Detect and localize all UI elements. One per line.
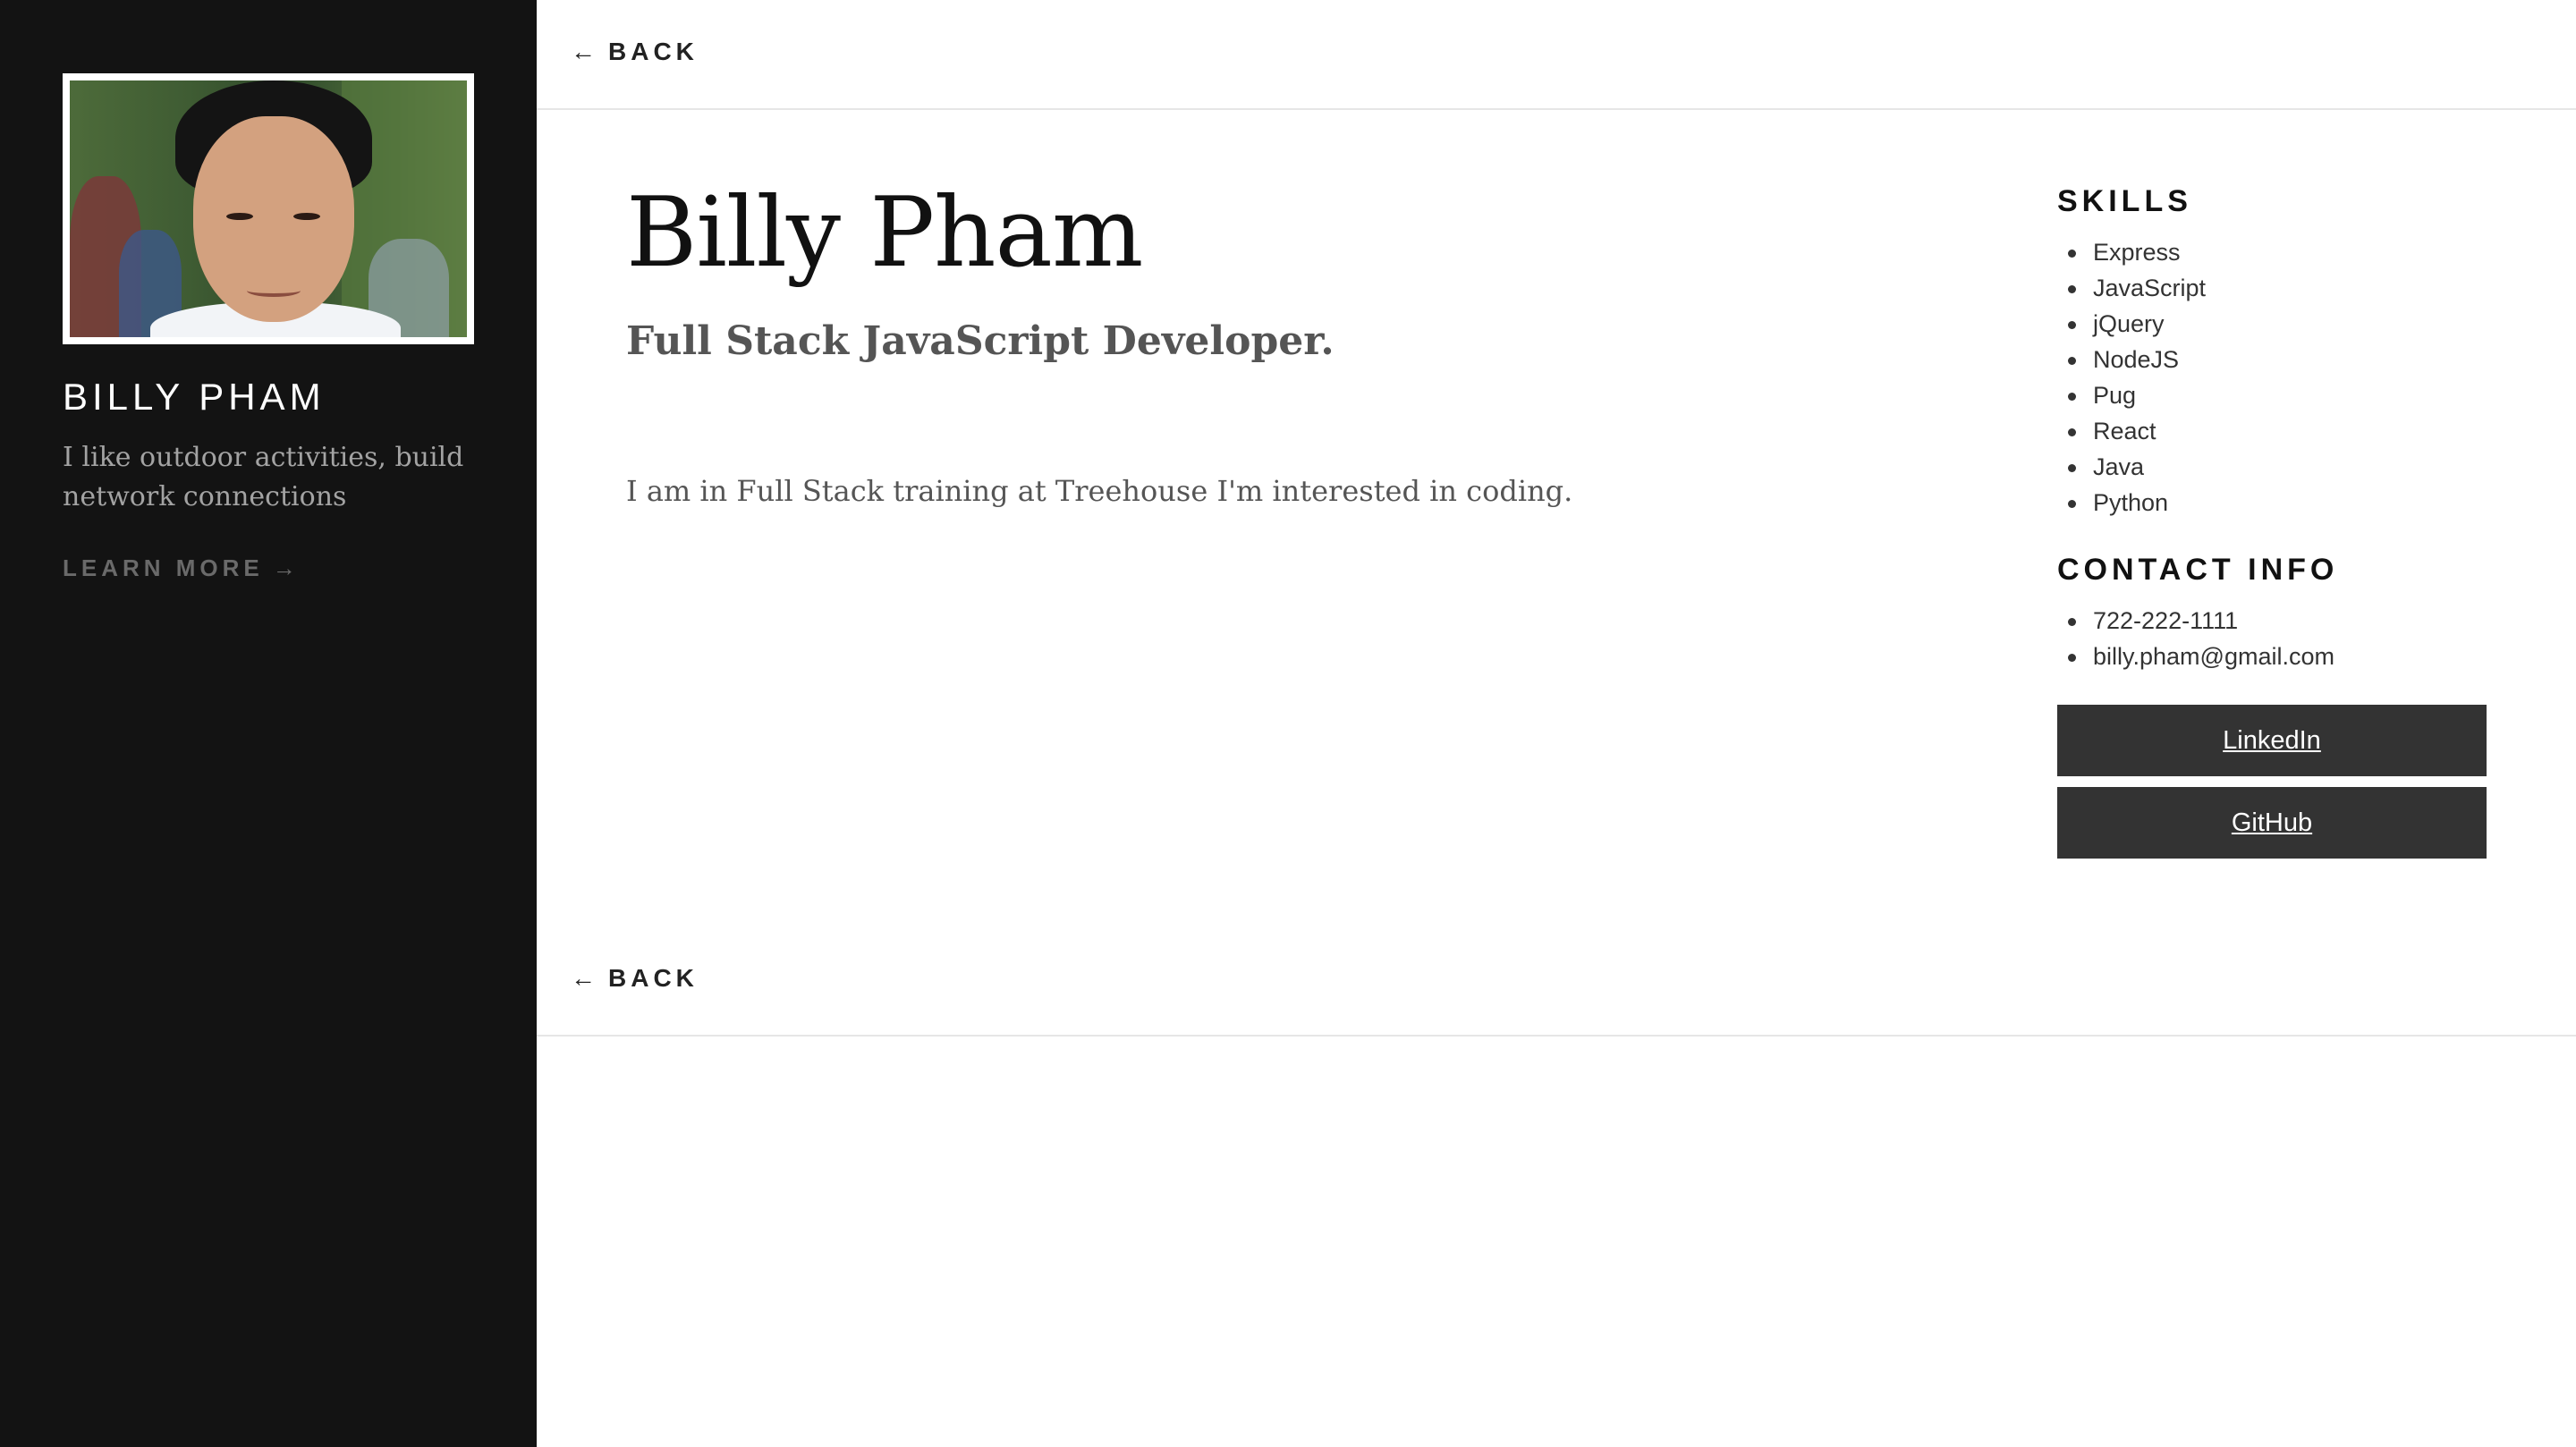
list-item: JavaScript [2067, 270, 2206, 306]
back-label: BACK [608, 964, 699, 992]
sidebar-name: BILLY PHAM [63, 376, 326, 418]
list-item: NodeJS [2067, 342, 2206, 377]
arrow-left-icon: ← [571, 38, 596, 65]
profile-description: I am in Full Stack training at Treehouse… [626, 474, 1573, 508]
back-link-bottom[interactable]: ← BACK [571, 964, 699, 993]
back-link-top[interactable]: ← BACK [571, 38, 699, 66]
list-item: Express [2067, 234, 2206, 270]
list-item: Python [2067, 485, 2206, 520]
list-item: Pug [2067, 377, 2206, 413]
list-item: jQuery [2067, 306, 2206, 342]
page-title: Billy Pham [626, 177, 1143, 289]
skills-list: Express JavaScript jQuery NodeJS Pug Rea… [2057, 234, 2206, 520]
arrow-right-icon: → [272, 554, 296, 581]
sidebar: BILLY PHAM I like outdoor activities, bu… [0, 0, 537, 1447]
sidebar-bio: I like outdoor activities, build network… [63, 442, 464, 512]
github-button[interactable]: GitHub [2057, 787, 2487, 859]
learn-more-link[interactable]: LEARN MORE → [63, 554, 296, 582]
learn-more-label: LEARN MORE [63, 554, 264, 581]
list-item: Java [2067, 449, 2206, 485]
contact-list: 722-222-1111 billy.pham@gmail.com [2057, 603, 2334, 674]
skills-heading: SKILLS [2057, 184, 2192, 218]
linkedin-button[interactable]: LinkedIn [2057, 705, 2487, 776]
profile-photo-frame [63, 73, 474, 344]
bottom-back-bar: ← BACK [537, 927, 2576, 1037]
contact-phone: 722-222-1111 [2068, 603, 2334, 639]
contact-heading: CONTACT INFO [2057, 553, 2339, 587]
top-back-bar: ← BACK [537, 0, 2576, 110]
profile-photo [70, 80, 467, 337]
back-label: BACK [608, 38, 699, 65]
job-title: Full Stack JavaScript Developer. [626, 318, 1335, 364]
arrow-left-icon: ← [571, 964, 596, 992]
contact-email: billy.pham@gmail.com [2068, 639, 2334, 674]
list-item: React [2067, 413, 2206, 449]
